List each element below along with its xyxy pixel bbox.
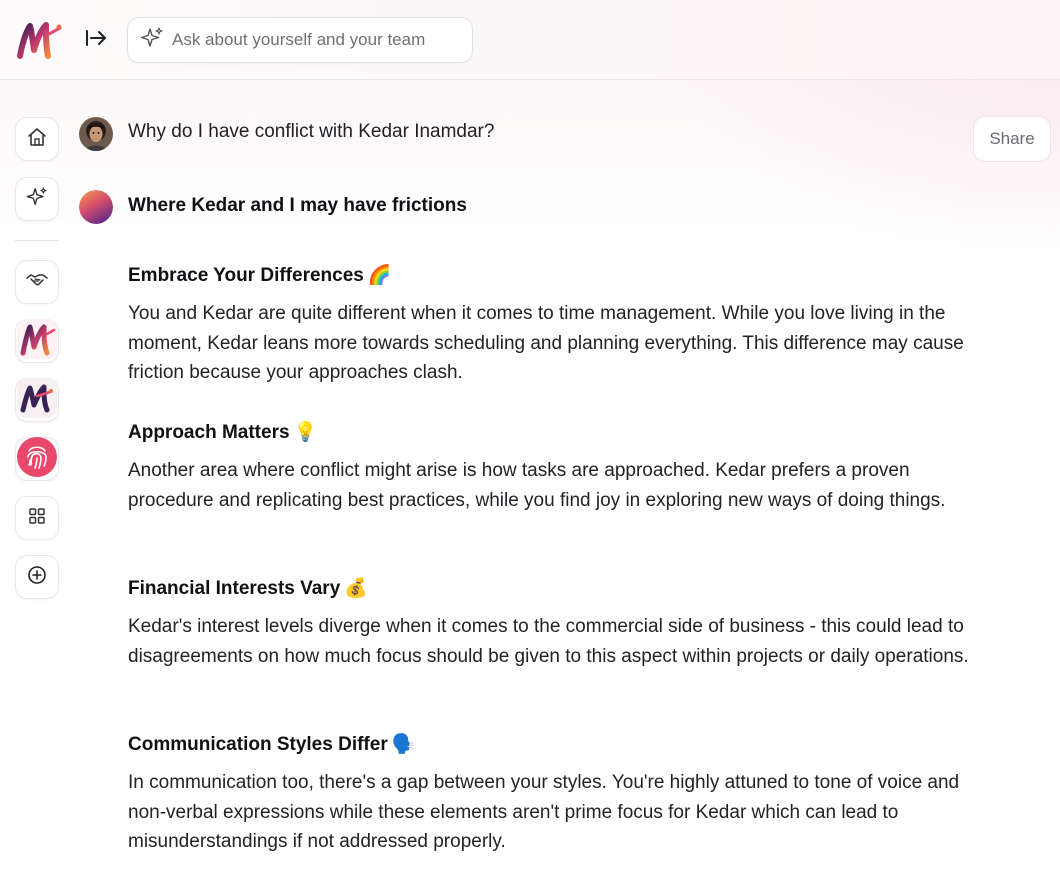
handshake-icon	[25, 270, 49, 295]
plus-circle-icon	[26, 564, 48, 591]
light-bulb-emoji-icon: 💡	[293, 422, 318, 443]
rainbow-emoji-icon: 🌈	[367, 265, 392, 286]
sparkle-icon	[26, 186, 48, 213]
sidebar-app-button[interactable]	[15, 318, 59, 364]
app-logo[interactable]	[16, 20, 62, 60]
section-body: You and Kedar are quite different when i…	[128, 303, 964, 383]
section-heading-text: Approach Matters	[128, 422, 290, 443]
collapse-sidebar-button[interactable]	[82, 24, 110, 56]
app-logo-icon	[17, 318, 57, 364]
app-window: Share Why do I have conflict with Kedar …	[0, 0, 1060, 872]
sparkle-icon	[140, 26, 164, 55]
grid-icon	[27, 506, 47, 531]
section-heading: Communication Styles Differ 🗣️	[128, 732, 415, 756]
sidebar-home-button[interactable]	[15, 117, 59, 161]
share-button[interactable]: Share	[973, 116, 1051, 162]
section-heading: Embrace Your Differences 🌈	[128, 263, 392, 287]
section-body: Kedar's interest levels diverge when it …	[128, 616, 969, 667]
sidebar-app-alt-button[interactable]	[15, 377, 59, 423]
search-input[interactable]	[172, 30, 452, 50]
section-heading-text: Financial Interests Vary	[128, 578, 341, 599]
sidebar-apps-button[interactable]	[15, 496, 59, 540]
top-bar	[0, 0, 1060, 80]
money-bag-emoji-icon: 💰	[344, 578, 368, 599]
user-question: Why do I have conflict with Kedar Inamda…	[128, 121, 495, 142]
section-heading: Financial Interests Vary 💰	[128, 576, 368, 600]
section-heading-text: Communication Styles Differ	[128, 734, 388, 755]
fingerprint-icon	[17, 436, 57, 482]
home-icon	[26, 126, 48, 153]
sidebar-relationships-button[interactable]	[15, 260, 59, 304]
sidebar-add-button[interactable]	[15, 555, 59, 599]
sidebar-ask-button[interactable]	[15, 177, 59, 221]
section-heading: Approach Matters 💡	[128, 420, 317, 444]
user-avatar	[79, 117, 113, 151]
assistant-avatar	[79, 190, 113, 224]
speaking-head-emoji-icon: 🗣️	[391, 734, 416, 755]
app-logo-alt-icon	[17, 377, 57, 423]
answer-title: Where Kedar and I may have frictions	[128, 195, 467, 216]
arrow-right-to-bar-icon	[84, 28, 108, 53]
section-body: In communication too, there's a gap betw…	[128, 772, 960, 852]
sidebar	[0, 80, 78, 872]
sidebar-identity-button[interactable]	[15, 436, 59, 482]
section-heading-text: Embrace Your Differences	[128, 265, 364, 286]
search-box[interactable]	[127, 17, 473, 63]
sidebar-divider	[15, 240, 59, 241]
section-body: Another area where conflict might arise …	[128, 460, 946, 511]
